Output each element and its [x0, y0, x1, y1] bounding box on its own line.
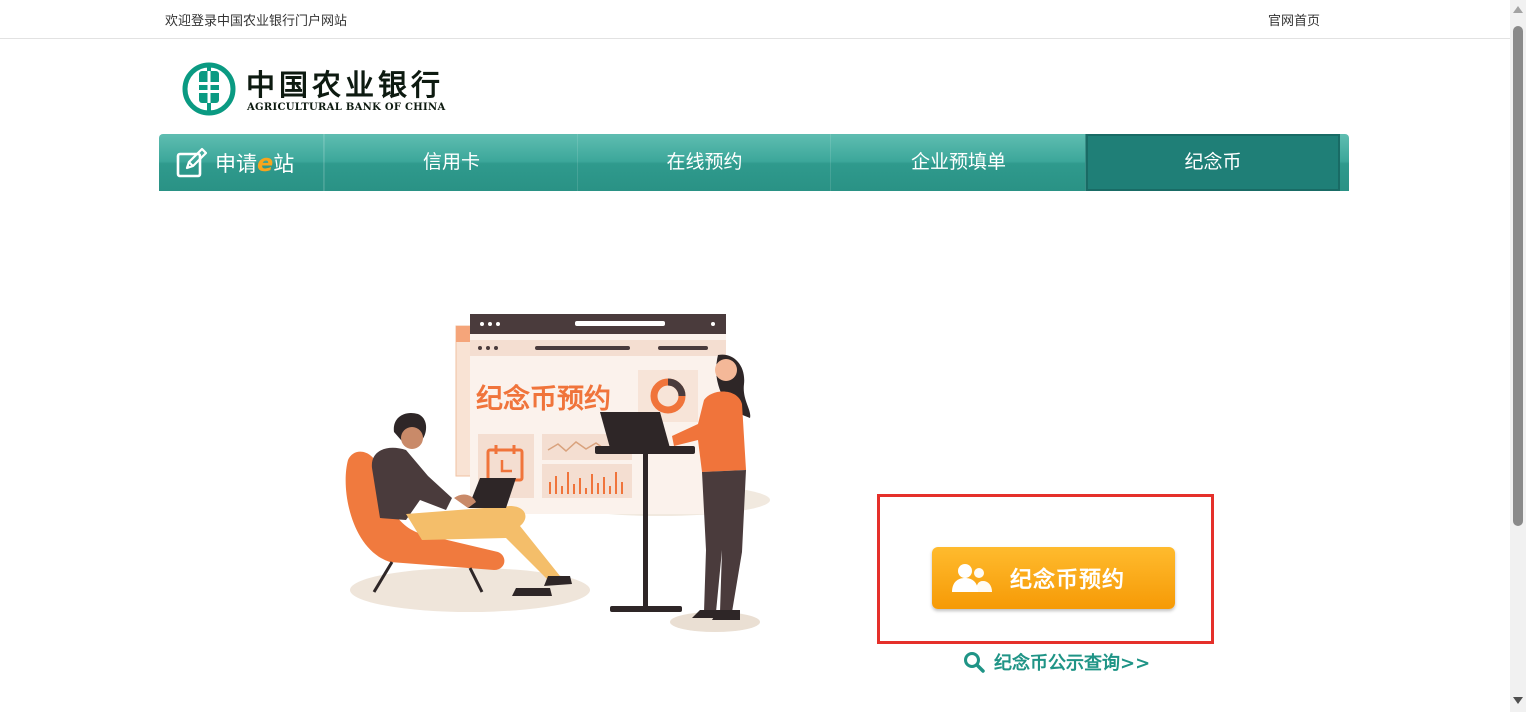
vertical-scrollbar[interactable]	[1510, 0, 1526, 712]
logo-name-en: AGRICULTURAL BANK OF CHINA	[247, 102, 446, 113]
coin-reservation-illustration: 纪念币预约	[345, 314, 770, 632]
tab-commemorative-coin[interactable]: 纪念币	[1085, 134, 1340, 191]
abc-logo-icon	[182, 62, 236, 116]
illustration-title: 纪念币预约	[476, 383, 611, 415]
tab-enterprise-prefill[interactable]: 企业预填单	[830, 134, 1086, 191]
tab-online-appointment[interactable]: 在线预约	[577, 134, 831, 191]
main-nav: 申请e站 信用卡 在线预约 企业预填单 纪念币	[159, 134, 1349, 191]
top-bar: 欢迎登录中国农业银行门户网站 官网首页	[0, 0, 1510, 39]
users-icon	[952, 564, 992, 592]
nav-brand[interactable]: 申请e站	[159, 134, 324, 191]
scroll-up-arrow-icon[interactable]	[1513, 6, 1523, 13]
search-icon	[964, 652, 985, 673]
scroll-down-arrow-icon[interactable]	[1513, 697, 1523, 704]
edit-form-icon	[176, 147, 207, 177]
query-link-label: 纪念币公示查询>>	[994, 653, 1151, 674]
home-link[interactable]: 官网首页	[1268, 10, 1320, 29]
nav-brand-suffix: 站	[273, 151, 295, 176]
nav-brand-e: e	[257, 148, 274, 177]
tab-credit-card[interactable]: 信用卡	[324, 134, 578, 191]
coin-reservation-label: 纪念币预约	[1010, 568, 1126, 593]
coin-announcement-query-link[interactable]: 纪念币公示查询>>	[962, 648, 1150, 676]
logo-name-cn: 中国农业银行	[246, 68, 445, 102]
scrollbar-thumb[interactable]	[1513, 26, 1523, 526]
welcome-text: 欢迎登录中国农业银行门户网站	[165, 14, 348, 29]
coin-reservation-button[interactable]: 纪念币预约	[932, 547, 1175, 609]
nav-brand-prefix: 申请	[215, 151, 257, 176]
bank-logo[interactable]: 中国农业银行 AGRICULTURAL BANK OF CHINA	[182, 62, 452, 120]
nav-brand-label: 申请e站	[215, 148, 294, 178]
